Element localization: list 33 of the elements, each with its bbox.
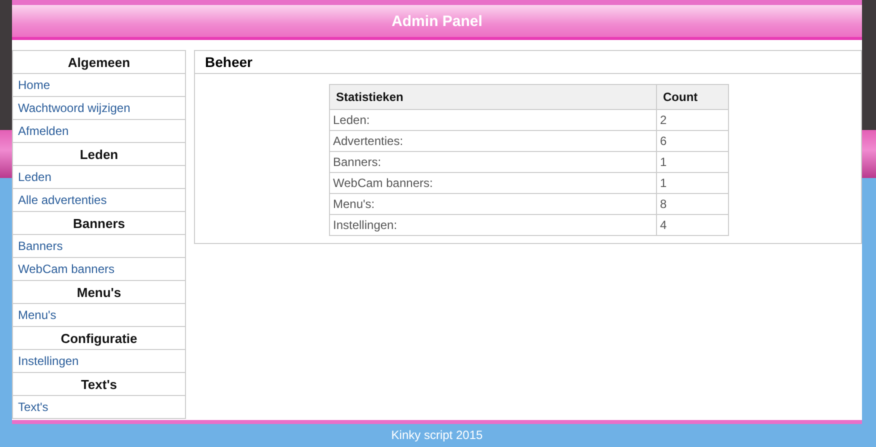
- menu-link[interactable]: Instellingen: [13, 350, 185, 373]
- menu-link[interactable]: Wachtwoord wijzigen: [13, 97, 185, 120]
- table-cell: Advertenties:: [330, 130, 656, 152]
- table-cell: 8: [656, 194, 728, 214]
- panel-title: Beheer: [195, 51, 861, 74]
- page-title: Admin Panel: [392, 12, 482, 30]
- table-cell: Menu's:: [330, 194, 656, 214]
- table-cell: 2: [656, 110, 728, 130]
- menu-heading: Menu's: [13, 281, 185, 304]
- menu-heading: Algemeen: [13, 51, 185, 74]
- menu-link[interactable]: Afmelden: [13, 120, 185, 143]
- menu-link[interactable]: Leden: [13, 166, 185, 189]
- footer-text: Kinky script 2015: [391, 428, 483, 442]
- table-cell: 6: [656, 130, 728, 152]
- table-cell: 1: [656, 152, 728, 172]
- table-cell: Leden:: [330, 110, 656, 130]
- table-cell: WebCam banners:: [330, 172, 656, 194]
- table-cell: Banners:: [330, 152, 656, 172]
- menu-link[interactable]: Home: [13, 74, 185, 97]
- table-cell: 1: [656, 172, 728, 194]
- menu-link[interactable]: Text's: [13, 396, 185, 419]
- menu-link[interactable]: WebCam banners: [13, 258, 185, 281]
- menu-heading: Text's: [13, 373, 185, 396]
- column-header: Count: [656, 84, 728, 110]
- column-header: Statistieken: [330, 84, 656, 110]
- table-cell: Instellingen:: [330, 214, 656, 236]
- menu-link[interactable]: Menu's: [13, 304, 185, 327]
- menu-heading: Banners: [13, 212, 185, 235]
- menu-link[interactable]: Banners: [13, 235, 185, 258]
- menu-link[interactable]: Alle advertenties: [13, 189, 185, 212]
- menu-heading: Configuratie: [13, 327, 185, 350]
- menu-heading: Leden: [13, 143, 185, 166]
- table-cell: 4: [656, 214, 728, 236]
